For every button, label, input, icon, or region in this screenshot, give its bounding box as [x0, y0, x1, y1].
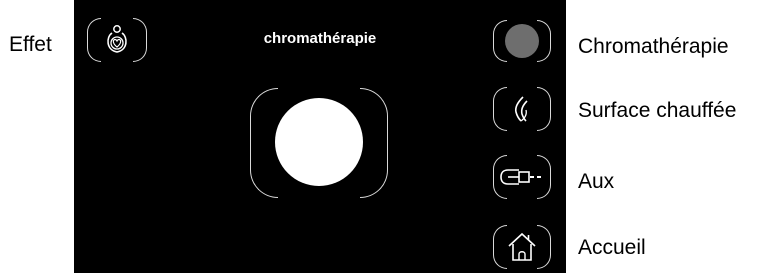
accueil-button[interactable]	[493, 225, 551, 269]
accueil-bracket-right	[537, 225, 551, 269]
color-bracket-right	[360, 88, 388, 198]
effet-callout: Effet	[9, 33, 52, 56]
aux-callout: Aux	[578, 170, 615, 193]
surface-bracket-left	[493, 87, 507, 131]
surface-bracket-right	[537, 87, 551, 131]
house-icon	[508, 232, 536, 261]
color-bracket-left	[250, 88, 278, 198]
chromatherapie-button[interactable]	[493, 20, 551, 62]
aux-plug-icon	[500, 169, 541, 185]
surface-chauffee-button[interactable]	[493, 87, 551, 131]
surface-chauffee-callout: Surface chauffée	[578, 99, 737, 122]
control-screen: chromathérapie	[74, 0, 566, 273]
aux-button[interactable]	[493, 155, 551, 199]
selected-color-circle	[275, 98, 363, 186]
grey-circle-icon	[505, 24, 539, 58]
accueil-callout: Accueil	[578, 236, 646, 259]
chromatherapie-bracket-right	[537, 20, 551, 62]
flame-icon	[514, 96, 528, 122]
chromatherapie-callout: Chromathérapie	[578, 35, 729, 58]
color-display[interactable]	[250, 88, 388, 198]
